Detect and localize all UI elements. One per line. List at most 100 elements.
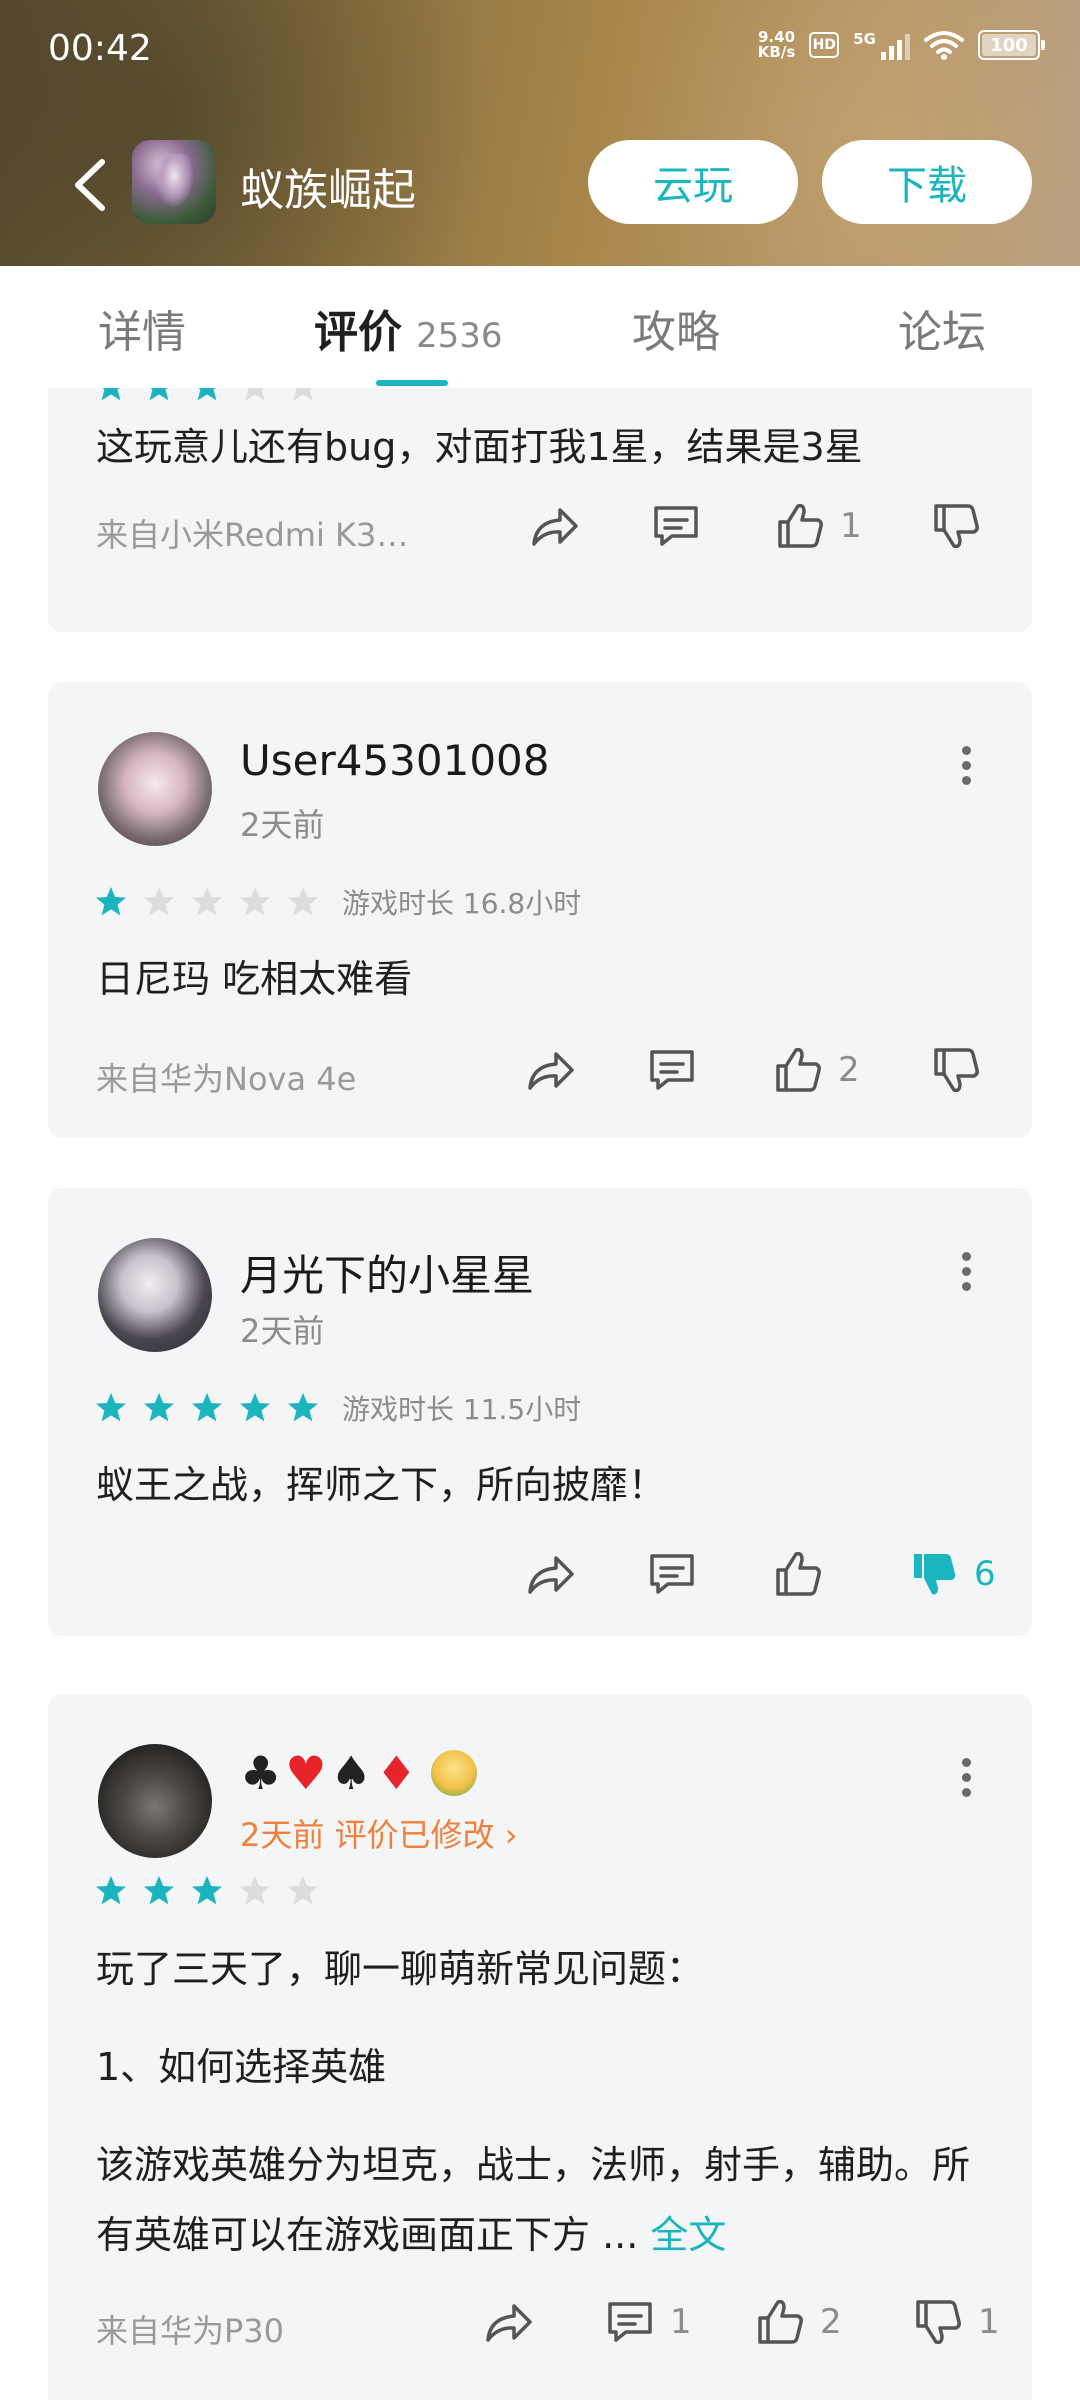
like-button[interactable] [770,1546,826,1602]
more-options-icon[interactable] [956,746,976,786]
device-source: 来自华为P30 [96,2312,285,2350]
star-empty-icon [293,388,313,401]
star-filled-icon [192,1876,222,1905]
thumbs-down-icon [916,2300,961,2345]
comment-button[interactable] [644,1546,700,1602]
like-button[interactable]: 2 [752,2294,842,2350]
thumbs-up-icon [776,1047,821,1092]
device-source: 来自华为Nova 4e [96,1060,357,1098]
more-options-icon[interactable] [956,1252,976,1292]
share-button[interactable] [526,498,582,554]
comment-icon [650,1554,694,1594]
emoji-icon [431,1750,477,1796]
thumbs-down-icon [934,1048,979,1093]
comment-button[interactable] [648,498,704,554]
hd-icon: HD [809,32,840,58]
share-icon [486,2304,532,2342]
review-card: ♣ ♥ ♠ ♦ 2天前 评价已修改 › 玩了三天了，聊一聊萌新常见问题： 1、如… [48,1694,1032,2400]
star-empty-icon [144,887,174,916]
wifi-icon [924,31,964,60]
cloud-play-button[interactable]: 云玩 [588,140,798,224]
comment-button[interactable] [644,1042,700,1098]
comment-button[interactable]: 1 [602,2294,692,2350]
share-button[interactable] [522,1546,578,1602]
back-arrow-icon[interactable] [60,150,120,220]
dislike-button[interactable] [928,498,984,554]
tab-details[interactable]: 详情 [98,296,186,360]
chevron-right-icon: › [504,1816,518,1854]
battery-icon: 100 [978,30,1045,60]
review-card: 月光下的小星星 2天前 游戏时长 11.5小时 蚁王之战，挥师之下，所向披靡！ … [48,1188,1032,1636]
tab-guides[interactable]: 攻略 [632,296,720,360]
dislike-button[interactable]: 6 [906,1546,996,1602]
star-rating [94,1874,320,1908]
star-filled-icon [192,1393,222,1422]
star-empty-icon [288,1876,318,1905]
tab-forum[interactable]: 论坛 [898,296,986,360]
full-text-link[interactable]: 全文 [650,2213,726,2257]
playtime: 游戏时长 11.5小时 [342,1393,582,1426]
review-content: 这玩意儿还有bug，对面打我1星，结果是3星 [96,425,863,469]
comment-icon [608,2302,652,2342]
thumbs-up-icon [758,2299,803,2344]
review-feed[interactable]: 这玩意儿还有bug，对面打我1星，结果是3星 来自小米Redmi K3… 1 U… [0,388,1080,2400]
post-time-modified[interactable]: 2天前 评价已修改 › [240,1810,518,1856]
star-filled-icon [197,388,217,401]
club-symbol: ♣ [240,1746,282,1800]
avatar[interactable] [98,732,212,846]
star-filled-icon [288,1393,318,1422]
share-icon [528,1052,574,1090]
dislike-button[interactable]: 1 [910,2294,1000,2350]
post-time: 2天前 [240,1312,325,1350]
avatar[interactable] [98,1744,212,1858]
tab-reviews[interactable]: 评价 2536 [314,296,503,360]
review-card: 这玩意儿还有bug，对面打我1星，结果是3星 来自小米Redmi K3… 1 [48,388,1032,632]
share-button[interactable] [480,2294,536,2350]
signal-icon: 5G [853,30,910,60]
share-button[interactable] [522,1042,578,1098]
status-time: 00:42 [48,28,152,69]
spade-symbol: ♠ [330,1746,372,1800]
like-button[interactable]: 1 [772,498,862,554]
tab-indicator [376,380,448,386]
star-filled-icon [96,1393,126,1422]
dislike-count: 6 [974,1554,996,1594]
username[interactable]: User45301008 [240,736,550,785]
star-filled-icon [144,1393,174,1422]
thumbs-down-filled-icon [914,1554,956,1595]
star-rating: 游戏时长 16.8小时 [94,882,581,922]
star-rating: 游戏时长 11.5小时 [94,1388,581,1428]
star-empty-icon [288,887,318,916]
star-rating [94,388,320,404]
thumbs-up-icon [778,503,823,548]
tab-bar: 详情 评价 2536 攻略 论坛 [0,266,1080,388]
dislike-button[interactable] [928,1042,984,1098]
review-count: 2536 [416,316,503,356]
star-filled-icon [101,388,121,401]
more-options-icon[interactable] [956,1758,976,1798]
status-icons: 9.40 KB/s HD 5G 100 [757,28,1045,61]
star-empty-icon [240,887,270,916]
post-time: 2天前 [240,806,325,844]
like-count: 1 [840,506,862,546]
like-count: 2 [820,2302,842,2342]
username[interactable]: ♣ ♥ ♠ ♦ [240,1746,477,1800]
share-icon [532,508,578,546]
app-header: 00:42 9.40 KB/s HD 5G 100 蚁族崛起 云玩 下载 [0,0,1080,266]
avatar[interactable] [98,1238,212,1352]
star-filled-icon [96,1876,126,1905]
star-empty-icon [192,887,222,916]
review-content: 蚁王之战，挥师之下，所向披靡！ [96,1463,667,1507]
thumbs-down-icon [934,504,979,549]
comment-icon [654,506,698,546]
review-content-line: 玩了三天了，聊一聊萌新常见问题： [96,1947,705,1991]
net-speed: 9.40 KB/s [757,28,796,61]
diamond-symbol: ♦ [375,1746,417,1800]
game-icon[interactable] [132,140,216,224]
review-content: 日尼玛 吃相太难看 [96,957,413,1001]
download-button[interactable]: 下载 [822,140,1032,224]
username[interactable]: 月光下的小星星 [240,1242,534,1303]
review-content: 该游戏英雄分为坦克，战士，法师，射手，辅助。所有英雄可以在游戏画面正下方 ...… [96,2143,971,2257]
star-empty-icon [245,388,265,401]
like-button[interactable]: 2 [770,1042,860,1098]
